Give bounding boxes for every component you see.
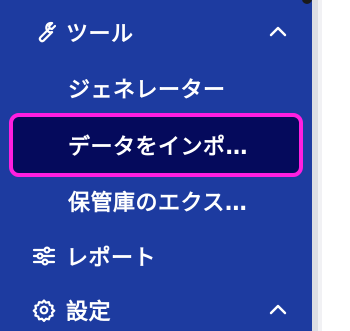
sidebar-subitem-label: 保管庫のエクス… [68, 191, 248, 216]
chevron-up-icon[interactable] [266, 20, 290, 44]
sidebar-item-tools[interactable]: ツール [0, 12, 312, 52]
sidebar-item-reports[interactable]: レポート [0, 236, 312, 276]
sidebar-subitem-label: ジェネレーター [68, 78, 226, 103]
sliders-icon [30, 242, 58, 270]
sidebar-item-settings[interactable]: 設定 [0, 290, 312, 330]
app-window: ツール ジェネレーター データをインポ… 保管庫のエクス… レポート 設定 [0, 0, 350, 331]
sidebar-subitem-export-vault[interactable]: 保管庫のエクス… [0, 181, 312, 221]
sidebar-item-label: ツール [66, 22, 134, 47]
sidebar: ツール ジェネレーター データをインポ… 保管庫のエクス… レポート 設定 [0, 0, 312, 331]
wrench-icon [30, 18, 58, 46]
gear-icon [30, 296, 58, 324]
sidebar-subitem-generator[interactable]: ジェネレーター [0, 68, 312, 108]
sidebar-item-label: 設定 [66, 300, 112, 325]
sidebar-item-label: レポート [66, 246, 157, 271]
chevron-up-icon[interactable] [266, 298, 290, 322]
content-edge [318, 0, 322, 331]
scroll-indicator [302, 0, 312, 4]
sidebar-subitem-label: データをインポ… [68, 135, 249, 160]
sidebar-subitem-import-data[interactable]: データをインポ… [0, 125, 312, 165]
